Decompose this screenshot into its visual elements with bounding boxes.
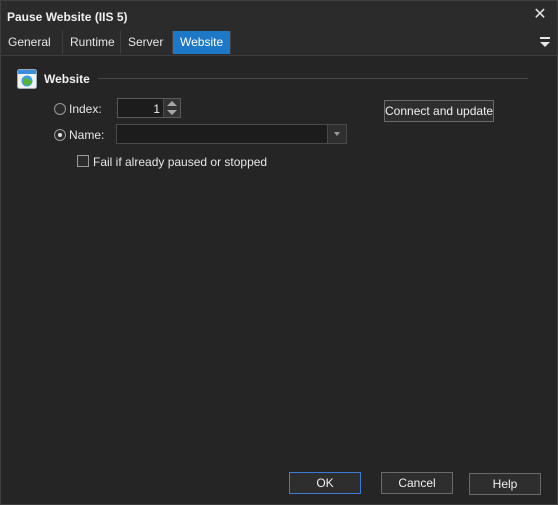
section-title: Website [44,72,90,86]
fail-if-paused-checkbox[interactable] [77,155,89,167]
name-radio[interactable] [54,129,66,141]
index-spinner[interactable]: 1 [117,98,181,118]
name-dropdown[interactable] [116,124,347,144]
tab-bar: General Runtime Server Website [1,31,557,56]
connect-and-update-button[interactable]: Connect and update [384,100,494,122]
index-label: Index: [69,102,102,116]
menu-icon[interactable] [539,36,551,48]
fail-if-paused-label: Fail if already paused or stopped [93,155,268,169]
website-icon [17,69,37,89]
chevron-down-icon[interactable] [327,125,346,143]
cancel-button[interactable]: Cancel [381,472,453,494]
tab-content: Website Index: 1 Connect and update Name… [1,56,557,504]
spin-up-icon[interactable] [167,101,177,106]
window-title: Pause Website (IIS 5) [7,10,128,24]
spin-down-icon[interactable] [167,110,177,115]
tab-server[interactable]: Server [121,31,173,54]
tab-runtime[interactable]: Runtime [63,31,121,54]
dialog-window: Pause Website (IIS 5) ✕ General Runtime … [0,0,558,505]
index-radio[interactable] [54,103,66,115]
title-bar: Pause Website (IIS 5) ✕ [1,1,557,31]
name-label: Name: [69,128,105,142]
tab-website[interactable]: Website [173,31,231,54]
index-value[interactable]: 1 [153,102,160,116]
ok-button[interactable]: OK [289,472,361,494]
close-icon[interactable]: ✕ [531,6,549,24]
help-button[interactable]: Help [469,473,541,495]
spinner-buttons[interactable] [163,99,180,117]
tab-general[interactable]: General [1,31,63,54]
section-divider [98,78,528,79]
